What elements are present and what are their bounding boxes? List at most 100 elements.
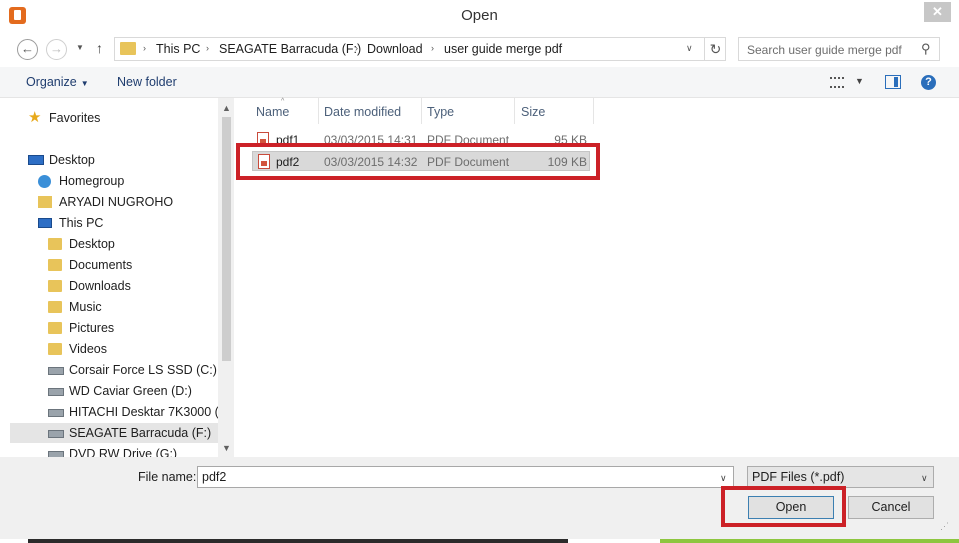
sidebar-item-this-pc[interactable]: This PC <box>38 213 218 233</box>
sidebar-item-label: HITACHI Desktar 7K3000 (E:) <box>69 405 234 419</box>
recent-locations-chevron-down-icon[interactable]: ▼ <box>76 43 84 52</box>
sidebar-item-label: Desktop <box>49 153 95 167</box>
column-divider[interactable] <box>421 98 422 124</box>
drive-icon <box>48 430 64 438</box>
chevron-down-icon: ▼ <box>80 79 89 88</box>
new-folder-button[interactable]: New folder <box>117 75 177 89</box>
address-dropdown-icon[interactable]: ∨ <box>686 43 693 54</box>
sidebar-item-documents[interactable]: Documents <box>48 255 218 275</box>
navigation-bar: ← → ▼ ↑ › This PC › SEAGATE Barracuda (F… <box>0 31 959 67</box>
column-header-date-modified[interactable]: Date modified <box>324 105 401 119</box>
title-bar: Open ✕ <box>0 0 959 31</box>
sidebar-item-drive-f[interactable]: SEAGATE Barracuda (F:) <box>10 423 218 443</box>
folder-icon <box>48 280 62 292</box>
breadcrumb-this-pc[interactable]: This PC <box>156 42 200 56</box>
help-icon[interactable]: ? <box>921 75 936 90</box>
sidebar-item-label: Desktop <box>69 237 115 251</box>
breadcrumb-separator-icon[interactable]: › <box>431 43 434 53</box>
folder-icon <box>48 301 62 313</box>
breadcrumb-download[interactable]: Download <box>367 42 423 56</box>
sidebar-item-drive-g[interactable]: DVD RW Drive (G:) <box>48 444 218 457</box>
scroll-up-icon[interactable]: ▲ <box>222 103 231 113</box>
sidebar-item-label: Pictures <box>69 321 115 335</box>
resize-grip-icon[interactable]: ⋰ <box>940 521 949 532</box>
sidebar-item-label: SEAGATE Barracuda (F:) <box>69 426 212 440</box>
drive-icon <box>48 388 64 396</box>
sidebar-item-label: Favorites <box>49 111 101 125</box>
breadcrumb-user-guide-merge-pdf[interactable]: user guide merge pdf <box>444 42 562 56</box>
file-type-chevron-down-icon[interactable]: ∨ <box>921 473 928 484</box>
refresh-icon[interactable]: ↻ <box>704 38 726 60</box>
sidebar-item-music[interactable]: Music <box>48 297 218 317</box>
back-button[interactable]: ← <box>17 39 38 60</box>
organize-label: Organize <box>26 75 77 89</box>
sidebar-item-label: DVD RW Drive (G:) <box>69 447 178 457</box>
view-options-icon[interactable] <box>830 77 844 88</box>
drive-icon <box>48 367 64 375</box>
star-icon: ★ <box>28 109 42 126</box>
sidebar-item-label: Documents <box>69 258 133 272</box>
sidebar-item-label: Corsair Force LS SSD (C:) <box>69 363 217 377</box>
sidebar-item-favorites[interactable]: ★ Favorites <box>28 108 218 128</box>
open-button-highlight <box>721 486 846 527</box>
breadcrumb-separator-icon[interactable]: › <box>206 43 209 53</box>
sidebar-item-downloads[interactable]: Downloads <box>48 276 218 296</box>
breadcrumb-separator-icon[interactable]: › <box>355 43 358 53</box>
sidebar-item-user[interactable]: ARYADI NUGROHO <box>38 192 218 212</box>
column-divider[interactable] <box>514 98 515 124</box>
sidebar-item-label: This PC <box>59 216 104 230</box>
folder-icon <box>48 343 62 355</box>
drive-icon <box>48 409 64 417</box>
search-placeholder: Search user guide merge pdf <box>747 43 902 57</box>
close-button[interactable]: ✕ <box>924 2 951 22</box>
column-divider[interactable] <box>593 98 594 124</box>
computer-icon <box>38 218 52 228</box>
sidebar-item-pictures[interactable]: Pictures <box>48 318 218 338</box>
breadcrumb-seagate[interactable]: SEAGATE Barracuda (F:) <box>219 42 361 56</box>
column-divider[interactable] <box>318 98 319 124</box>
sidebar-item-videos[interactable]: Videos <box>48 339 218 359</box>
taskbar-strip-dark <box>28 539 568 543</box>
breadcrumb-separator-icon[interactable]: › <box>143 43 146 53</box>
window-title: Open <box>461 7 498 24</box>
sidebar-item-homegroup[interactable]: Homegroup <box>38 171 218 191</box>
sidebar-item-drive-c[interactable]: Corsair Force LS SSD (C:) <box>48 360 218 380</box>
column-header-type[interactable]: Type <box>427 105 454 119</box>
sidebar-item-label: Music <box>69 300 102 314</box>
scroll-down-icon[interactable]: ▼ <box>222 443 231 453</box>
file-name-input[interactable]: pdf2 <box>197 466 734 488</box>
sidebar-item-drive-d[interactable]: WD Caviar Green (D:) <box>48 381 218 401</box>
desktop-icon <box>28 155 44 165</box>
selected-file-highlight <box>236 143 600 180</box>
folder-icon <box>48 322 62 334</box>
address-bar[interactable]: › This PC › SEAGATE Barracuda (F:) › Dow… <box>114 37 726 61</box>
preview-pane-icon[interactable] <box>885 75 901 89</box>
sort-ascending-icon: ^ <box>281 98 285 105</box>
column-header-name[interactable]: Name <box>256 105 289 119</box>
view-options-chevron-down-icon[interactable]: ▼ <box>855 76 864 86</box>
navigation-pane: ★ Favorites Desktop Homegroup ARYADI NUG… <box>0 98 234 457</box>
search-input[interactable]: Search user guide merge pdf ⚲ <box>738 37 940 61</box>
file-name-dropdown-icon[interactable]: ∨ <box>720 473 727 484</box>
sidebar-item-label: Downloads <box>69 279 131 293</box>
sidebar-item-label: Videos <box>69 342 107 356</box>
forward-button[interactable]: → <box>46 39 67 60</box>
folder-icon <box>48 259 62 271</box>
file-name-label: File name: <box>138 470 197 484</box>
sidebar-item-label: ARYADI NUGROHO <box>59 195 174 209</box>
column-header-size[interactable]: Size <box>521 105 545 119</box>
sidebar-item-desktop-root[interactable]: Desktop <box>28 150 218 170</box>
user-folder-icon <box>38 196 52 208</box>
folder-icon <box>48 238 62 250</box>
search-icon[interactable]: ⚲ <box>921 41 931 57</box>
sidebar-scroll-thumb[interactable] <box>222 117 231 361</box>
sidebar-item-drive-e[interactable]: HITACHI Desktar 7K3000 (E:) <box>48 402 234 422</box>
sidebar-item-label: Homegroup <box>59 174 125 188</box>
up-arrow-icon[interactable]: ↑ <box>96 40 103 56</box>
cancel-button[interactable]: Cancel <box>848 496 934 519</box>
sidebar-item-desktop[interactable]: Desktop <box>48 234 218 254</box>
folder-icon <box>120 42 136 55</box>
file-type-select[interactable]: PDF Files (*.pdf) <box>747 466 934 488</box>
sidebar-item-label: WD Caviar Green (D:) <box>69 384 192 398</box>
organize-button[interactable]: Organize ▼ <box>26 75 89 89</box>
